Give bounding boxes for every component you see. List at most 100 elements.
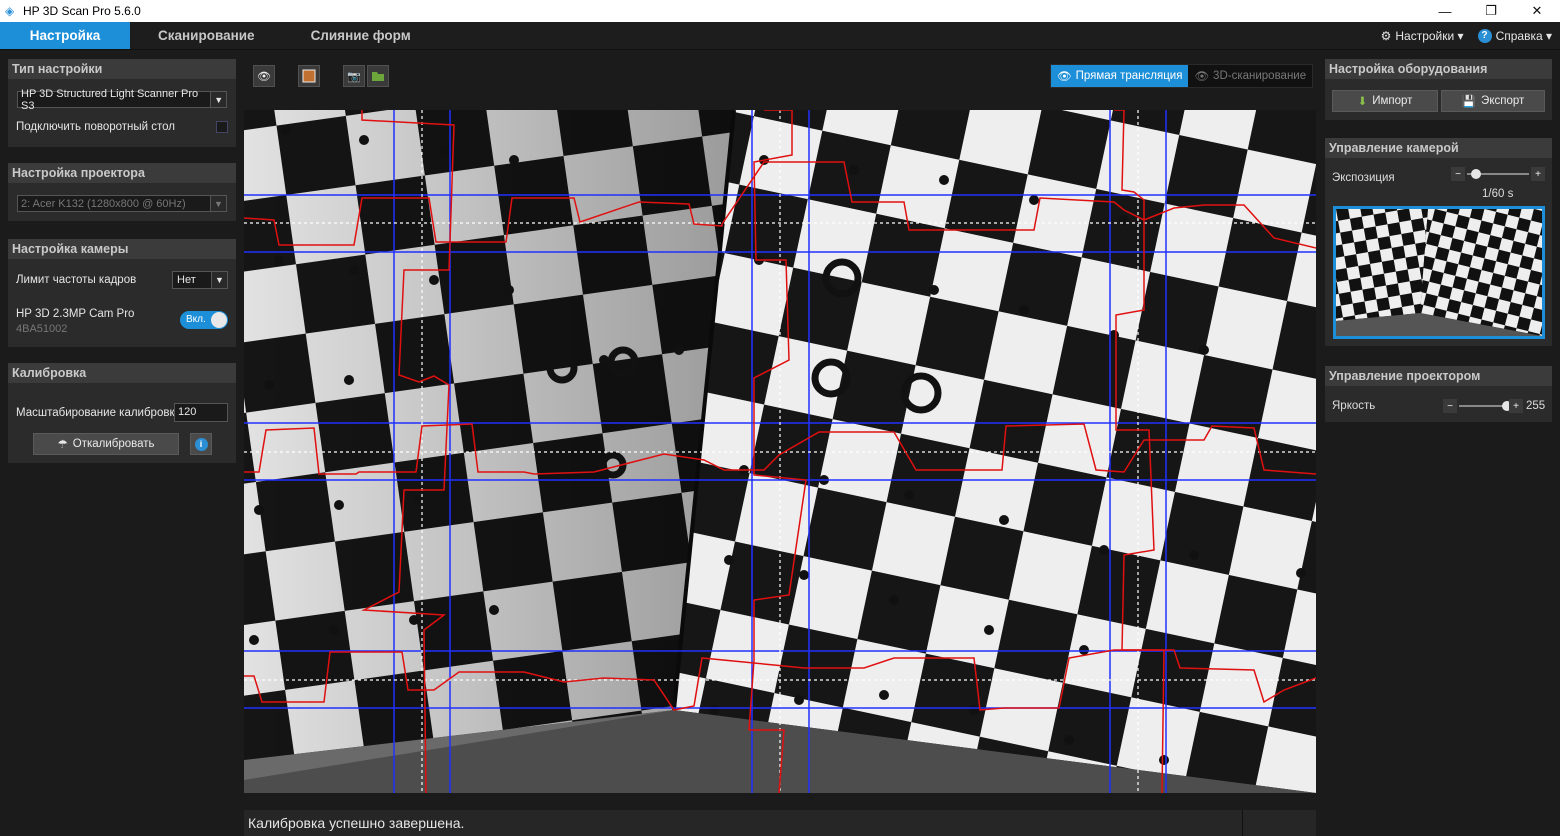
open-folder-button[interactable] — [367, 65, 389, 87]
slider-track — [1459, 405, 1507, 407]
export-button[interactable]: 💾 Экспорт — [1441, 90, 1545, 112]
camera-toggle[interactable]: Вкл. — [180, 311, 228, 329]
gear-icon: ⚙ — [1380, 28, 1392, 43]
import-label: Импорт — [1372, 95, 1413, 107]
settings-menu[interactable]: ⚙ Настройки ▾ — [1381, 29, 1464, 43]
left-panel: Тип настройки HP 3D Structured Light Sca… — [0, 51, 243, 836]
camera-setup-panel: Настройка камеры Лимит частоты кадров Не… — [8, 239, 236, 347]
turntable-label: Подключить поворотный стол — [16, 121, 176, 133]
panel-title: Настройка камеры — [8, 239, 236, 259]
plus-icon[interactable]: + — [1509, 399, 1523, 413]
calibrate-label: Откалибровать — [72, 438, 155, 450]
framerate-row: Лимит частоты кадров Нет ▼ — [16, 271, 228, 289]
image-icon — [302, 69, 316, 83]
panel-title: Настройка проектора — [8, 163, 236, 183]
scanner-dropdown[interactable]: HP 3D Structured Light Scanner Pro S3 ▼ — [17, 88, 227, 112]
window-title: HP 3D Scan Pro 5.6.0 — [23, 4, 141, 18]
panel-title: Калибровка — [8, 363, 236, 383]
camera-name: HP 3D 2.3MP Cam Pro — [16, 308, 135, 320]
brightness-slider[interactable]: − + — [1443, 399, 1523, 413]
setup-type-panel: Тип настройки HP 3D Structured Light Sca… — [8, 59, 236, 147]
panel-title: Тип настройки — [8, 59, 236, 79]
import-icon: ⬇ — [1357, 96, 1368, 108]
camera-capture-button[interactable]: 📷 — [343, 65, 365, 87]
hardware-setup-panel: Настройка оборудования ⬇ Импорт 💾 Экспор… — [1325, 59, 1552, 120]
framerate-dropdown[interactable]: Нет ▼ — [172, 271, 228, 289]
help-icon: ? — [1477, 28, 1492, 43]
live-mode-button[interactable]: 👁 Прямая трансляция — [1051, 65, 1189, 87]
tab-merge[interactable]: Слияние форм — [283, 22, 439, 49]
help-menu[interactable]: ? Справка ▾ — [1477, 28, 1552, 43]
camera-viewport[interactable] — [244, 110, 1316, 793]
panel-title: Управление проектором — [1325, 366, 1552, 386]
folder-icon — [372, 72, 384, 81]
close-button[interactable]: ✕ — [1514, 0, 1560, 22]
preview-image — [1336, 209, 1542, 336]
live-mode-label: Прямая трансляция — [1075, 70, 1183, 82]
scale-row: Масштабирование калибровки 120 — [16, 403, 228, 422]
panel-title: Управление камерой — [1325, 138, 1552, 158]
calibrate-icon: ☂ — [57, 439, 68, 451]
turntable-checkbox[interactable] — [216, 121, 228, 133]
menu-bar: Настройка Сканирование Слияние форм ⚙ На… — [0, 22, 1560, 50]
chevron-down-icon: ▼ — [211, 272, 227, 288]
status-segment — [1242, 810, 1316, 836]
minus-icon[interactable]: − — [1451, 167, 1465, 181]
projector-setup-panel: Настройка проектора 2: Acer K132 (1280x8… — [8, 163, 236, 221]
settings-label: Настройки ▾ — [1395, 28, 1464, 43]
toggle-knob — [211, 312, 227, 328]
scanner-value: HP 3D Structured Light Scanner Pro S3 — [21, 87, 199, 112]
turntable-row: Подключить поворотный стол — [16, 121, 228, 133]
calibration-panel: Калибровка Масштабирование калибровки 12… — [8, 363, 236, 463]
calibration-info-button[interactable]: i — [190, 433, 212, 455]
camera-icon: 📷 — [347, 70, 361, 83]
export-label: Экспорт — [1481, 95, 1525, 107]
eye-icon: 👁 — [1057, 71, 1072, 83]
framerate-label: Лимит частоты кадров — [16, 274, 137, 286]
exposure-value: 1/60 s — [1482, 188, 1514, 200]
restore-button[interactable]: ❐ — [1468, 0, 1514, 22]
camera-serial: 4BA51002 — [16, 323, 68, 335]
brightness-value: 255 — [1526, 400, 1546, 412]
tab-scanning[interactable]: Сканирование — [130, 22, 283, 49]
import-button[interactable]: ⬇ Импорт — [1332, 90, 1438, 112]
minimize-button[interactable]: — — [1422, 0, 1468, 22]
viewer-toolbar: 👁 📷 👁 Прямая трансляция 👁 3D-сканировани… — [244, 51, 1316, 93]
app-logo-icon: ◈ — [5, 4, 15, 18]
info-icon: i — [194, 437, 208, 451]
save-icon: 💾 — [1461, 96, 1477, 108]
projector-value: 2: Acer K132 (1280x800 @ 60Hz) — [21, 197, 186, 210]
camera-preview-thumbnail[interactable] — [1333, 206, 1545, 339]
chevron-down-icon: ▼ — [210, 196, 226, 211]
scale-input[interactable]: 120 — [174, 403, 228, 422]
minus-icon[interactable]: − — [1443, 399, 1457, 413]
chevron-down-icon: ▼ — [210, 92, 226, 107]
panel-title: Настройка оборудования — [1325, 59, 1552, 79]
slider-knob[interactable] — [1471, 169, 1482, 179]
exposure-label: Экспозиция — [1332, 172, 1395, 184]
scan3d-mode-button[interactable]: 👁 3D-сканирование — [1188, 65, 1312, 87]
help-label: Справка ▾ — [1495, 28, 1552, 43]
eye-icon: 👁 — [1194, 71, 1210, 83]
camera-control-panel: Управление камерой Экспозиция − + 1/60 s — [1325, 138, 1552, 346]
scale-label: Масштабирование калибровки — [16, 406, 174, 419]
image-button[interactable] — [298, 65, 320, 87]
framerate-value: Нет — [177, 274, 196, 286]
status-bar: Калибровка успешно завершена. — [244, 810, 1316, 836]
status-message: Калибровка успешно завершена. — [248, 815, 465, 831]
exposure-slider[interactable]: − + — [1451, 167, 1545, 181]
eye-toggle-button[interactable]: 👁 — [253, 65, 275, 87]
title-bar: ◈ HP 3D Scan Pro 5.6.0 — ❐ ✕ — [0, 0, 1560, 22]
view-mode-switch: 👁 Прямая трансляция 👁 3D-сканирование — [1050, 64, 1314, 88]
scan3d-mode-label: 3D-сканирование — [1213, 70, 1307, 82]
calibration-board-image — [244, 110, 1316, 793]
projector-control-panel: Управление проектором Яркость − + 255 — [1325, 366, 1552, 422]
toggle-label: Вкл. — [186, 314, 206, 325]
brightness-label: Яркость — [1332, 400, 1376, 412]
eye-icon: 👁 — [257, 70, 271, 83]
camera-row: HP 3D 2.3MP Cam Pro 4BA51002 Вкл. — [16, 307, 228, 337]
projector-dropdown[interactable]: 2: Acer K132 (1280x800 @ 60Hz) ▼ — [17, 195, 227, 212]
plus-icon[interactable]: + — [1531, 167, 1545, 181]
calibrate-button[interactable]: ☂ Откалибровать — [33, 433, 179, 455]
tab-setup[interactable]: Настройка — [0, 22, 130, 49]
